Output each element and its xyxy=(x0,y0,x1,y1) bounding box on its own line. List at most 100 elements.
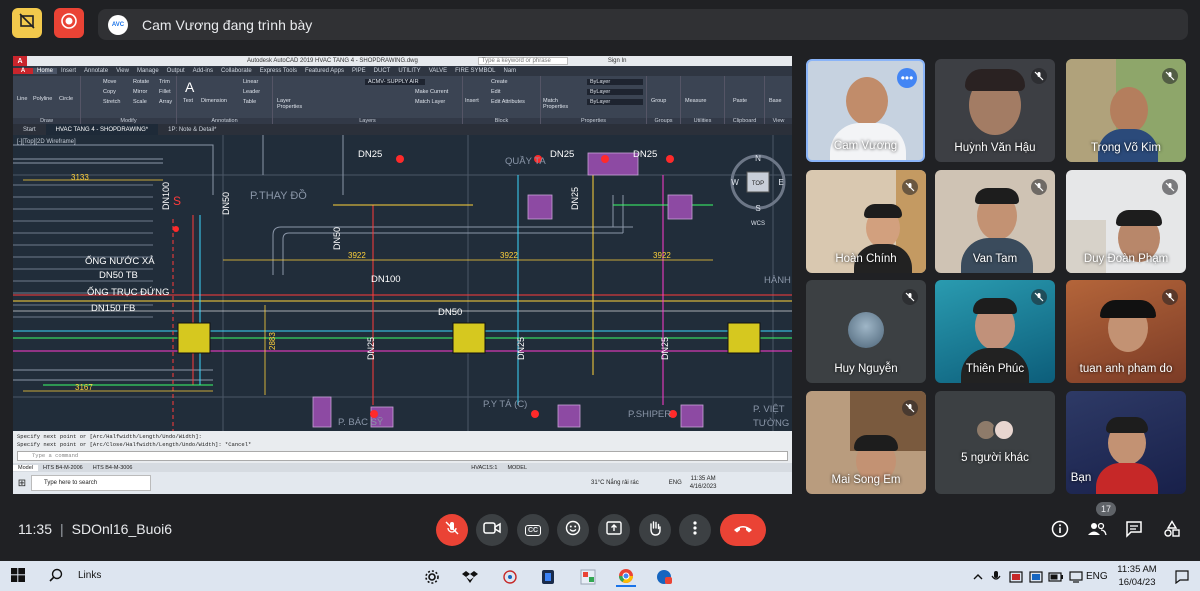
more-options-button[interactable] xyxy=(679,514,711,546)
people-button[interactable]: 17 xyxy=(1084,502,1117,544)
layer-properties-tool[interactable]: Layer Properties xyxy=(277,98,307,110)
fillet-tool[interactable]: Fillet xyxy=(159,89,171,95)
participant-tile-hoan-chinh[interactable]: Hoàn Chính xyxy=(806,170,926,273)
participant-tile-others[interactable]: 5 người khác xyxy=(935,391,1055,494)
make-current-tool[interactable]: Make Current xyxy=(415,89,448,95)
activities-button[interactable] xyxy=(1159,518,1185,544)
color-dropdown[interactable]: ByLayer xyxy=(587,79,643,85)
ribbon-tab-11[interactable]: DUCT xyxy=(370,68,395,74)
doc-tab-start[interactable]: Start xyxy=(13,124,46,135)
ribbon-tab-12[interactable]: UTILITY xyxy=(394,68,424,74)
scale-tool[interactable]: Scale xyxy=(133,99,147,105)
present-screen-button[interactable] xyxy=(598,514,630,546)
autocad-app-menu-icon[interactable]: A xyxy=(13,68,33,74)
trim-tool[interactable]: Trim xyxy=(159,79,170,85)
tray-chevron-icon[interactable] xyxy=(968,567,988,587)
participant-tile-mai-song-em[interactable]: Mai Song Em xyxy=(806,391,926,494)
text-tool[interactable]: Text xyxy=(183,98,193,104)
move-tool[interactable]: Move xyxy=(103,79,116,85)
status-model[interactable]: MODEL xyxy=(502,465,532,471)
ribbon-tab-7[interactable]: Collaborate xyxy=(217,68,256,74)
layout-tab-1[interactable]: HTS B4-M-2006 xyxy=(38,465,88,471)
match-layer-tool[interactable]: Match Layer xyxy=(415,99,445,105)
create-block-tool[interactable]: Create xyxy=(491,79,508,85)
windows-start-icon[interactable]: ⊞ xyxy=(13,478,31,489)
ribbon-tab-6[interactable]: Add-ins xyxy=(189,68,217,74)
edit-attributes-tool[interactable]: Edit Attributes xyxy=(491,99,525,105)
sign-in-link[interactable]: Sign In xyxy=(608,58,627,64)
app-taskbar-icon-1[interactable] xyxy=(500,567,520,587)
participant-tile-tuan-anh-pham-do[interactable]: tuan anh pham do xyxy=(1066,280,1186,383)
array-tool[interactable]: Array xyxy=(159,99,172,105)
ribbon-tab-13[interactable]: VALVE xyxy=(425,68,451,74)
ribbon-tab-3[interactable]: View xyxy=(112,68,133,74)
no-recording-button[interactable] xyxy=(12,8,42,38)
links-toolbar[interactable]: Links xyxy=(78,570,101,581)
circle-tool[interactable]: Circle xyxy=(59,96,73,102)
remote-search-box[interactable]: Type here to search xyxy=(31,475,151,491)
polyline-tool[interactable]: Polyline xyxy=(33,96,52,102)
paste-tool[interactable]: Paste xyxy=(733,98,747,104)
app-taskbar-icon-4[interactable] xyxy=(654,567,674,587)
layout-tab-model[interactable]: Model xyxy=(13,464,38,471)
leader-tool[interactable]: Leader xyxy=(243,89,260,95)
participant-tile-duy-doan-pham[interactable]: Duy Đoàn Phạm xyxy=(1066,170,1186,273)
ribbon-tab-1[interactable]: Insert xyxy=(57,68,80,74)
app-taskbar-icon-3[interactable] xyxy=(578,567,598,587)
line-tool[interactable]: Line xyxy=(17,96,27,102)
measure-tool[interactable]: Measure xyxy=(685,98,706,104)
command-input[interactable]: Type a command xyxy=(17,451,788,461)
tray-language[interactable]: ENG xyxy=(1086,571,1108,582)
participant-tile-cam-vuong[interactable]: ••• Cam Vương xyxy=(806,59,925,162)
reactions-button[interactable] xyxy=(557,514,589,546)
mirror-tool[interactable]: Mirror xyxy=(133,89,147,95)
raise-hand-button[interactable] xyxy=(639,514,671,546)
meeting-details-button[interactable] xyxy=(1047,518,1073,544)
chat-button[interactable] xyxy=(1121,518,1147,544)
viewport-label[interactable]: [-][Top][2D Wireframe] xyxy=(17,139,76,145)
dropbox-taskbar-icon[interactable] xyxy=(460,567,480,587)
ribbon-tab-4[interactable]: Manage xyxy=(133,68,163,74)
tray-app-icon-2[interactable] xyxy=(1026,567,1046,587)
ribbon-tab-14[interactable]: FIRE SYMBOL xyxy=(451,68,499,74)
settings-taskbar-icon[interactable] xyxy=(422,567,442,587)
tray-clock[interactable]: 11:35 AM 16/04/23 xyxy=(1112,563,1162,589)
ribbon-tab-9[interactable]: Featured Apps xyxy=(301,68,348,74)
status-scale[interactable]: HVAC1S:1 xyxy=(466,465,502,471)
tray-network-icon[interactable] xyxy=(1066,567,1086,587)
participant-tile-trong-vo-kim[interactable]: Trọng Võ Kim xyxy=(1066,59,1186,162)
captions-button[interactable]: CC xyxy=(517,514,549,546)
doc-tab-hvac[interactable]: HVAC TANG 4 - SHOPDRAWING* xyxy=(45,124,159,135)
lineweight-dropdown[interactable]: ByLayer xyxy=(587,99,643,105)
autocad-search-input[interactable]: Type a keyword or phrase xyxy=(477,57,568,65)
ribbon-tab-10[interactable]: PIPE xyxy=(348,68,370,74)
participant-tile-huynh-van-hau[interactable]: Huỳnh Văn Hậu xyxy=(935,59,1055,162)
group-tool[interactable]: Group xyxy=(651,98,666,104)
ribbon-tab-8[interactable]: Express Tools xyxy=(256,68,301,74)
tray-mic-icon[interactable] xyxy=(986,567,1006,587)
doc-tab-note[interactable]: 1P: Note & Detail* xyxy=(158,124,226,135)
notifications-icon[interactable] xyxy=(1172,567,1192,587)
record-button[interactable] xyxy=(54,8,84,38)
chrome-taskbar-icon[interactable] xyxy=(616,567,636,587)
presenting-banner[interactable]: AVC Cam Vương đang trình bày xyxy=(98,9,1188,40)
stretch-tool[interactable]: Stretch xyxy=(103,99,120,105)
tray-battery-icon[interactable] xyxy=(1046,567,1066,587)
ribbon-tab-0[interactable]: Home xyxy=(33,68,58,74)
ribbon-tab-2[interactable]: Annotate xyxy=(80,68,112,74)
tray-app-icon-1[interactable] xyxy=(1006,567,1026,587)
participant-tile-thien-phuc[interactable]: Thiên Phúc xyxy=(935,280,1055,383)
participant-tile-huy-nguyen[interactable]: Huy Nguyễn xyxy=(806,280,926,383)
participant-tile-van-tam[interactable]: Van Tam xyxy=(935,170,1055,273)
leave-call-button[interactable] xyxy=(720,514,766,546)
dimension-tool[interactable]: Dimension xyxy=(201,98,227,104)
app-taskbar-icon-2[interactable] xyxy=(538,567,558,587)
more-options-icon[interactable]: ••• xyxy=(897,68,917,88)
insert-tool[interactable]: Insert xyxy=(465,98,479,104)
match-properties-tool[interactable]: Match Properties xyxy=(543,98,568,110)
windows-start-button[interactable] xyxy=(8,567,28,587)
ribbon-tab-5[interactable]: Output xyxy=(163,68,189,74)
layer-dropdown[interactable]: ACMV- SUPPLY AIR xyxy=(365,79,425,85)
copy-tool[interactable]: Copy xyxy=(103,89,116,95)
base-tool[interactable]: Base xyxy=(769,98,782,104)
